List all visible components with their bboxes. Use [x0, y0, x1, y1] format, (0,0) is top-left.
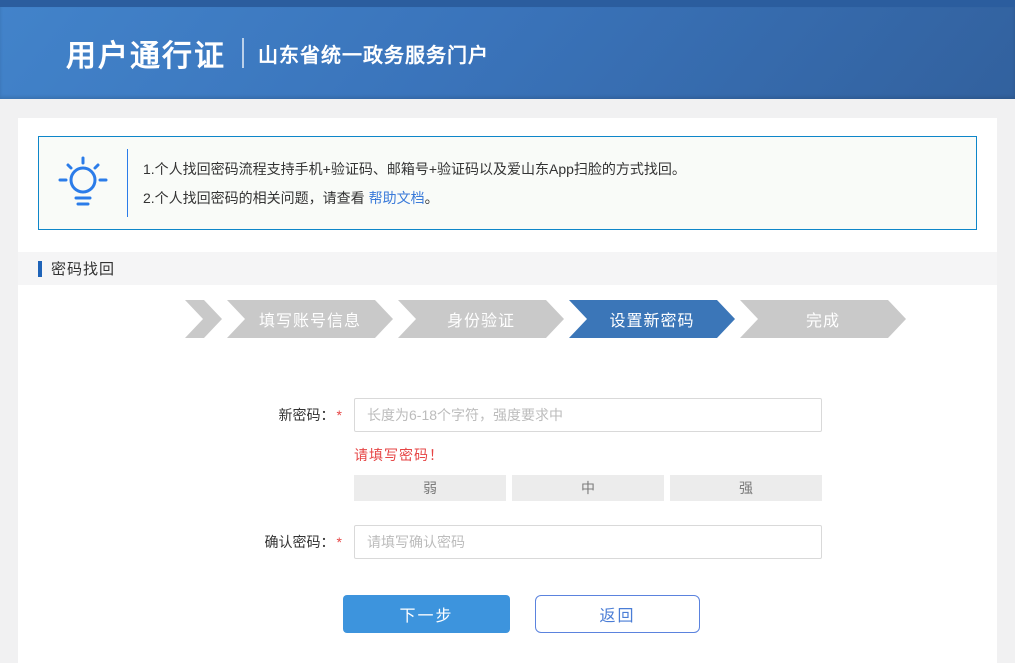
confirm-password-row: 确认密码：* — [18, 525, 822, 559]
required-asterisk: * — [337, 407, 342, 423]
page-header: 用户通行证 山东省统一政务服务门户 — [0, 7, 1015, 99]
step-fill-account-info: 填写账号信息 — [227, 300, 393, 338]
section-accent-bar — [38, 261, 42, 277]
strength-medium: 中 — [512, 475, 664, 501]
header-divider — [242, 38, 244, 68]
notice-line-1: 1.个人找回密码流程支持手机+验证码、邮箱号+验证码以及爱山东App扫脸的方式找… — [143, 156, 686, 182]
notice-line-2-suffix: 。 — [425, 190, 439, 206]
new-password-row: 新密码：* — [18, 398, 822, 432]
step-identity-verification: 身份验证 — [398, 300, 564, 338]
next-step-button[interactable]: 下一步 — [343, 595, 510, 633]
wizard-lead-chevron-icon — [185, 300, 222, 338]
help-doc-link[interactable]: 帮助文档 — [369, 190, 425, 206]
content-card: 1.个人找回密码流程支持手机+验证码、邮箱号+验证码以及爱山东App扫脸的方式找… — [18, 118, 997, 663]
required-asterisk: * — [337, 534, 342, 550]
portal-subtitle: 山东省统一政务服务门户 — [258, 39, 489, 68]
back-button[interactable]: 返回 — [535, 595, 700, 633]
new-password-label: 新密码：* — [18, 405, 342, 425]
portal-title: 用户通行证 — [66, 31, 226, 75]
password-error-message: 请填写密码！ — [354, 445, 444, 465]
step-set-new-password: 设置新密码 — [569, 300, 735, 338]
new-password-input[interactable] — [354, 398, 822, 432]
lightbulb-icon — [39, 155, 127, 211]
section-header: 密码找回 — [18, 252, 997, 285]
notice-line-2: 2.个人找回密码的相关问题，请查看 帮助文档。 — [143, 185, 686, 211]
step-complete: 完成 — [740, 300, 906, 338]
notice-line-2-text: 2.个人找回密码的相关问题，请查看 — [143, 190, 369, 206]
strength-strong: 强 — [670, 475, 822, 501]
header-top-strip — [0, 0, 1015, 7]
password-strength-meter: 弱 中 强 — [354, 475, 822, 501]
section-title: 密码找回 — [51, 258, 115, 279]
strength-weak: 弱 — [354, 475, 506, 501]
action-buttons: 下一步 返回 — [343, 595, 700, 633]
confirm-password-input[interactable] — [354, 525, 822, 559]
notice-box: 1.个人找回密码流程支持手机+验证码、邮箱号+验证码以及爱山东App扫脸的方式找… — [38, 136, 977, 230]
confirm-password-label: 确认密码：* — [18, 532, 342, 552]
step-wizard: 填写账号信息 身份验证 设置新密码 完成 — [185, 300, 906, 338]
